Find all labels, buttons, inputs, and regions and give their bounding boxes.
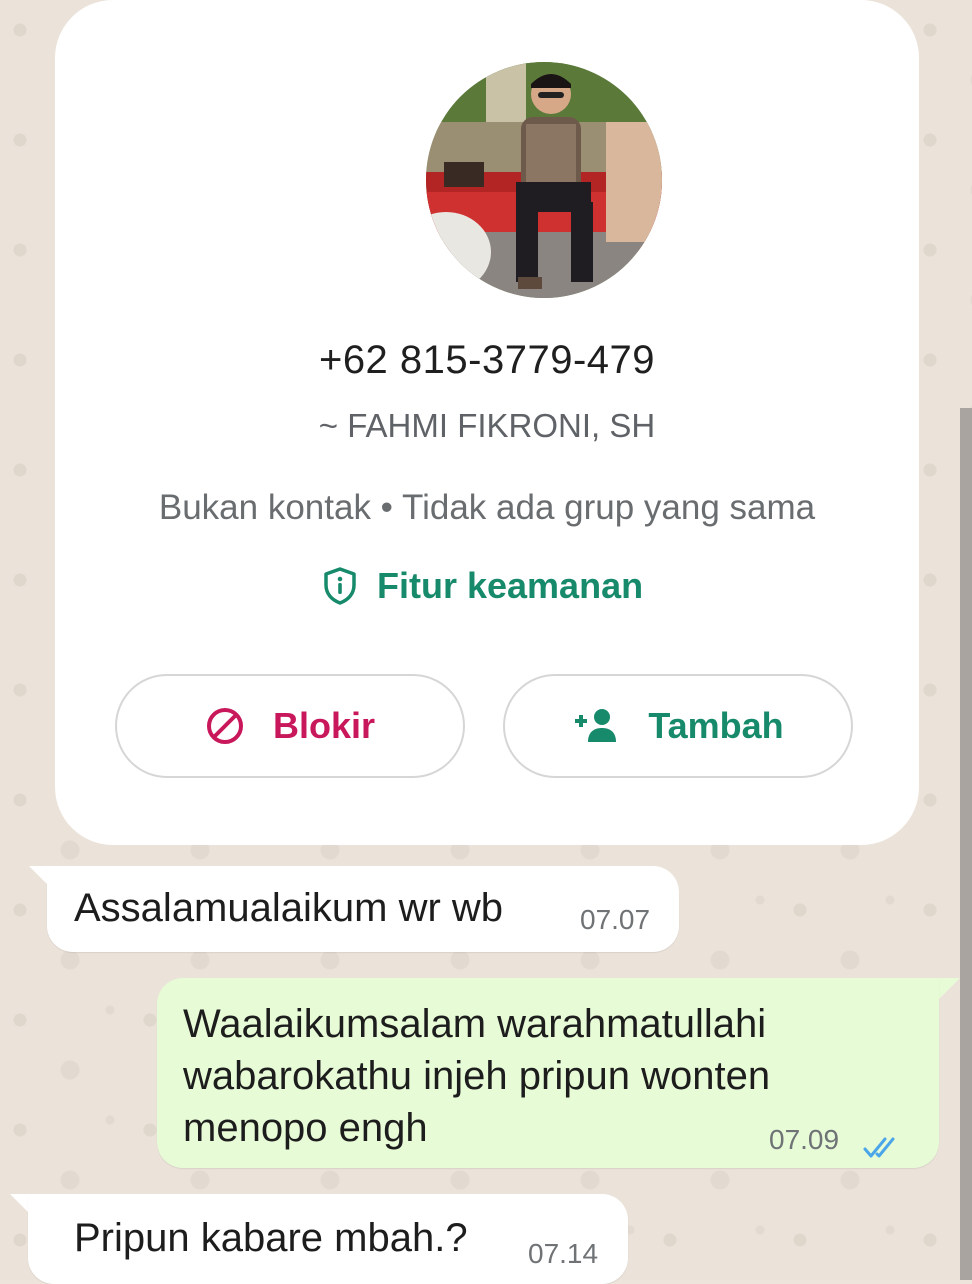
contact-avatar[interactable] xyxy=(426,62,662,298)
security-features-label: Fitur keamanan xyxy=(377,565,644,606)
bubble-tail xyxy=(938,978,960,1000)
add-contact-button[interactable]: Tambah xyxy=(503,674,853,778)
incoming-message[interactable]: Assalamualaikum wr wb 07.07 xyxy=(47,866,679,952)
contact-push-name: ~ FAHMI FIKRONI, SH xyxy=(318,407,656,444)
block-button-label: Blokir xyxy=(272,705,376,746)
scrollbar[interactable] xyxy=(960,408,972,1280)
message-text: Waalaikumsalam warahmatullahi wabarokath… xyxy=(183,1002,771,1150)
contact-status-line: Bukan kontak • Tidak ada grup yang sama xyxy=(158,488,816,527)
block-icon xyxy=(205,706,245,746)
message-time: 07.14 xyxy=(528,1238,599,1269)
double-check-read-icon xyxy=(863,1126,903,1171)
outgoing-message[interactable]: Waalaikumsalam warahmatullahi wabarokath… xyxy=(157,978,939,1168)
message-text: Assalamualaikum wr wb xyxy=(74,886,504,930)
message-time: 07.07 xyxy=(580,904,651,935)
contact-phone-number: +62 815-3779-479 xyxy=(318,338,656,382)
message-time: 07.09 xyxy=(769,1124,840,1155)
message-text: Pripun kabare mbah.? xyxy=(74,1216,468,1260)
add-person-icon xyxy=(572,708,620,744)
incoming-message[interactable]: Pripun kabare mbah.? 07.14 xyxy=(28,1194,628,1284)
add-contact-label: Tambah xyxy=(648,705,784,746)
avatar-photo xyxy=(426,62,662,298)
security-features-link[interactable]: Fitur keamanan xyxy=(323,563,643,609)
contact-info-card: +62 815-3779-479 ~ FAHMI FIKRONI, SH Buk… xyxy=(55,0,919,845)
block-button[interactable]: Blokir xyxy=(115,674,465,778)
shield-info-icon xyxy=(323,567,357,605)
